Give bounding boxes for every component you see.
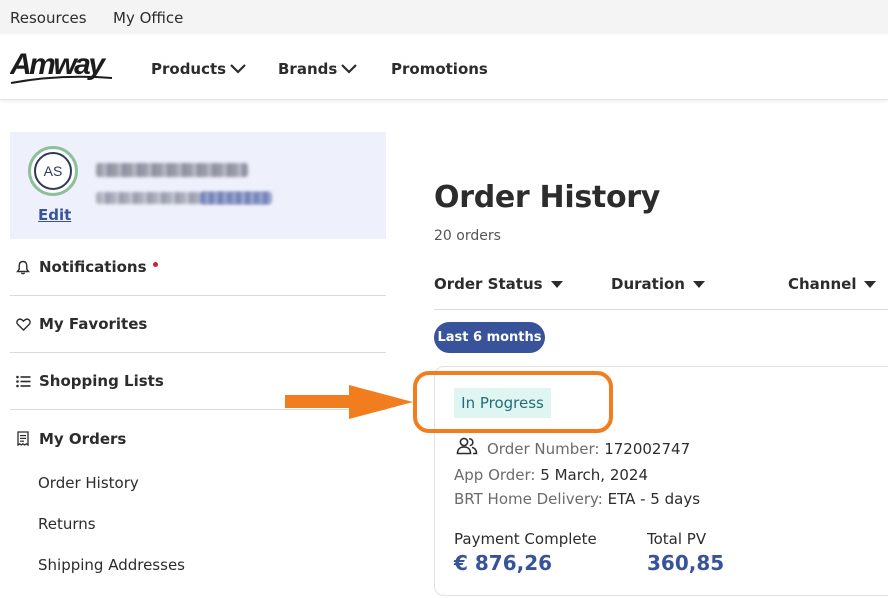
filter-label: Order Status xyxy=(434,275,543,293)
nav-promotions-label: Promotions xyxy=(391,60,488,78)
total-pv-value: 360,85 xyxy=(647,551,725,575)
delivery-label: BRT Home Delivery: xyxy=(454,490,608,508)
delivery-eta: ETA - 5 days xyxy=(607,490,701,508)
nav-promotions[interactable]: Promotions xyxy=(391,60,488,78)
bell-icon xyxy=(15,259,31,275)
nav-brands[interactable]: Brands xyxy=(278,60,358,78)
sidebar-item-favorites[interactable]: My Favorites xyxy=(10,296,386,353)
filter-duration[interactable]: Duration xyxy=(611,275,705,293)
filter-channel[interactable]: Channel xyxy=(788,275,877,293)
delivery-line: BRT Home Delivery: ETA - 5 days xyxy=(454,490,700,508)
customers-icon xyxy=(456,437,478,455)
edit-profile-link[interactable]: Edit xyxy=(38,206,71,224)
nav-products-label: Products xyxy=(151,60,227,78)
unread-dot xyxy=(152,261,158,267)
nav-brands-label: Brands xyxy=(278,60,338,78)
receipt-icon xyxy=(15,431,31,447)
blurred-abo-number xyxy=(200,192,272,204)
app-order-label: App Order: xyxy=(454,466,541,484)
filter-label: Channel xyxy=(788,275,857,293)
sidebar-item-label: Notifications xyxy=(39,258,147,276)
heart-icon xyxy=(15,316,31,332)
order-number-value: 172002747 xyxy=(604,440,691,458)
highlight-annotation xyxy=(413,371,613,433)
total-pv-label: Total PV xyxy=(647,530,707,548)
arrow-right-icon xyxy=(285,385,413,419)
caret-down-icon xyxy=(692,280,705,288)
resources-link[interactable]: Resources xyxy=(10,9,87,27)
order-number-line: Order Number: 172002747 xyxy=(487,440,690,458)
filter-order-status[interactable]: Order Status xyxy=(434,275,563,293)
sidebar-item-notifications[interactable]: Notifications xyxy=(10,239,386,296)
list-icon xyxy=(15,373,31,389)
order-number-label: Order Number: xyxy=(487,440,605,458)
payment-amount: € 876,26 xyxy=(454,551,553,575)
sidebar-item-label: Shopping Lists xyxy=(39,372,164,390)
main-nav: Amway Products Brands Promotions xyxy=(0,34,888,100)
caret-down-icon xyxy=(550,280,563,288)
sidebar-sub-order-history[interactable]: Order History xyxy=(38,474,139,492)
filter-label: Duration xyxy=(611,275,685,293)
nav-products[interactable]: Products xyxy=(151,60,246,78)
chevron-down-icon xyxy=(341,64,358,74)
app-order-line: App Order: 5 March, 2024 xyxy=(454,466,648,484)
chevron-down-icon xyxy=(230,64,246,74)
app-order-date: 5 March, 2024 xyxy=(540,466,649,484)
utility-bar: Resources My Office xyxy=(0,0,888,34)
amway-logo[interactable]: Amway xyxy=(10,47,114,87)
active-filter-chip[interactable]: Last 6 months xyxy=(434,322,545,353)
order-count: 20 orders xyxy=(434,228,501,244)
my-office-link[interactable]: My Office xyxy=(113,9,183,27)
sidebar-sub-returns[interactable]: Returns xyxy=(38,515,96,533)
avatar: AS xyxy=(34,152,72,190)
caret-down-icon xyxy=(864,280,877,288)
sidebar-item-label: My Orders xyxy=(39,429,127,448)
profile-card: AS Edit xyxy=(10,132,386,239)
page-title: Order History xyxy=(434,180,661,215)
sidebar-item-label: My Favorites xyxy=(39,315,148,333)
filter-divider xyxy=(434,309,888,310)
payment-status-label: Payment Complete xyxy=(454,530,597,548)
avatar-ring: AS xyxy=(28,146,78,196)
blurred-user-name xyxy=(96,163,248,177)
sidebar-sub-shipping-addresses[interactable]: Shipping Addresses xyxy=(38,556,185,574)
